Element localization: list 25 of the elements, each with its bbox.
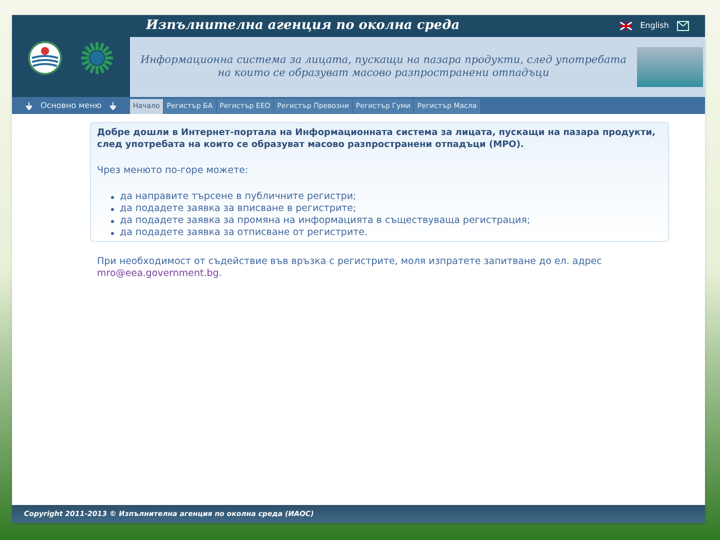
- down-arrow-icon: [26, 102, 32, 110]
- english-link[interactable]: English: [640, 20, 669, 32]
- agency-title: Изпълнителна агенция по околна среда: [146, 17, 460, 36]
- emblem-logo-icon: [27, 40, 63, 76]
- main-menu-label: Основно меню: [40, 100, 102, 112]
- bullet-icon: [111, 196, 114, 198]
- contact-text: При необходимост от съдействие във връзка с регистрите, моля изпратете запитване до ел. адрес mro@eea.government.bg.: [96, 256, 603, 280]
- gear-flower-logo-icon: [79, 40, 115, 76]
- intro-text: Чрез менюто по-горе можете:: [97, 165, 250, 177]
- flag-icon: [620, 22, 632, 30]
- option-text: да подадете заявка за вписване в регистрите;: [120, 203, 356, 215]
- period-text: .: [218, 268, 222, 279]
- option-text: да подадете заявка за промяна на информацията в съществуваща регистрация;: [120, 215, 530, 227]
- bullet-icon: [111, 220, 114, 222]
- option-text: да подадете заявка за отписване от регистрите.: [120, 227, 368, 239]
- bullet-icon: [111, 208, 114, 210]
- bullet-icon: [111, 232, 114, 234]
- subtitle-line: на които се образуват масово разпространени отпадъци: [218, 67, 550, 80]
- email-link[interactable]: mro@eea.government.bg: [97, 268, 219, 279]
- down-arrow-icon: [110, 102, 116, 110]
- lake-photo-placeholder: [637, 47, 703, 87]
- welcome-text: Добре дошли в Интернет-портала на Информационната система за лицата, пускащи на пазара продукти, след употребата на които се образуват масово разпространени отпадъци (МРО).: [97, 127, 656, 151]
- option-text: да направите търсене в публичните регистри;: [120, 191, 356, 203]
- subtitle-line: Информационна система за лицата, пускащи на пазара продукти, след употребата: [140, 54, 627, 67]
- mail-icon[interactable]: [677, 21, 689, 31]
